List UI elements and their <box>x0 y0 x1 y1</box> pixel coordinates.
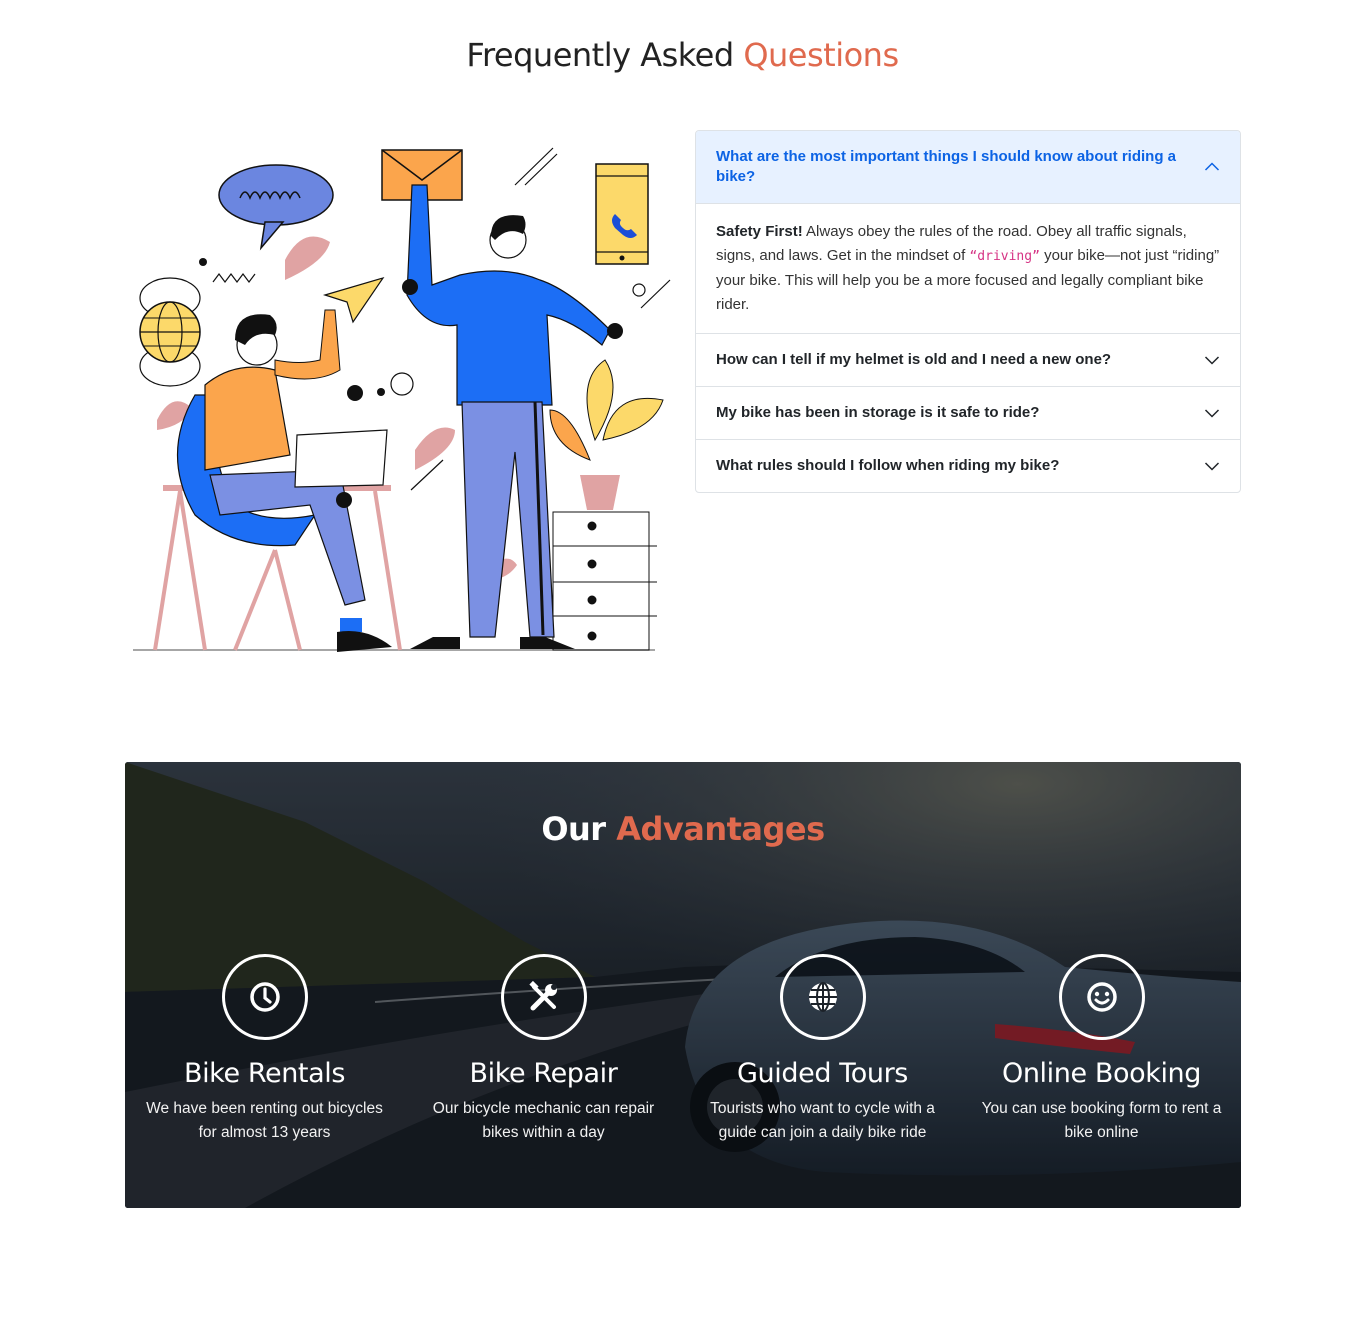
advantage-item: Bike Repair Our bicycle mechanic can repa… <box>404 954 683 1145</box>
standing-person <box>336 184 623 649</box>
advantage-description: We have been renting out bicycles for al… <box>146 1100 383 1141</box>
advantages-section: Our Advantages Bike Rentals We have been … <box>125 762 1241 1208</box>
advantages-title: Our Advantages <box>125 810 1241 848</box>
faq-answer: Safety First! Always obey the rules of t… <box>696 204 1240 333</box>
faq-title: Frequently Asked Questions <box>0 36 1365 74</box>
advantages-title-accent: Advantages <box>616 810 825 848</box>
chevron-down-icon <box>1204 352 1220 368</box>
advantage-name: Online Booking <box>1001 1058 1202 1089</box>
smile-icon <box>1058 954 1145 1040</box>
faq-question-text: What are the most important things I sho… <box>716 148 1177 185</box>
faq-item: How can I tell if my helmet is old and I… <box>696 333 1240 386</box>
chevron-down-icon <box>1204 405 1220 421</box>
faq-title-main: Frequently Asked <box>466 36 744 74</box>
laptop-icon <box>294 429 388 488</box>
faq-question-button[interactable]: My bike has been in storage is it safe t… <box>696 387 1240 439</box>
advantages-title-main: Our <box>541 810 617 848</box>
faq-illustration <box>133 147 671 652</box>
faq-item: My bike has been in storage is it safe t… <box>696 386 1240 439</box>
faq-title-accent: Questions <box>743 36 899 74</box>
faq-question-button[interactable]: What are the most important things I sho… <box>696 131 1240 204</box>
advantage-name: Bike Repair <box>469 1058 618 1089</box>
faq-answer-code: “driving” <box>969 249 1040 264</box>
advantage-description: You can use booking form to rent a bike … <box>981 1100 1222 1141</box>
faq-item: What are the most important things I sho… <box>696 131 1240 333</box>
faq-question-text: How can I tell if my helmet is old and I… <box>716 351 1112 368</box>
advantage-description: Our bicycle mechanic can repair bikes wi… <box>432 1100 655 1141</box>
globe-icon <box>779 954 866 1040</box>
faq-accordion: What are the most important things I sho… <box>695 130 1241 493</box>
drawer-cabinet <box>552 511 657 651</box>
faq-question-text: My bike has been in storage is it safe t… <box>716 404 1040 421</box>
chevron-down-icon <box>1204 458 1220 474</box>
faq-question-button[interactable]: What rules should I follow when riding m… <box>696 440 1240 492</box>
faq-question-text: What rules should I follow when riding m… <box>716 457 1060 474</box>
clock-icon <box>221 954 308 1040</box>
faq-item: What rules should I follow when riding m… <box>696 439 1240 492</box>
advantage-name: Bike Rentals <box>183 1058 346 1089</box>
tools-icon <box>500 954 587 1040</box>
advantage-name: Guided Tours <box>737 1058 908 1089</box>
chevron-up-icon <box>1204 159 1220 175</box>
advantage-item: Online Booking You can use booking form t… <box>962 954 1241 1145</box>
advantage-description: Tourists who want to cycle with a guide … <box>710 1100 935 1141</box>
phone-icon <box>595 163 649 265</box>
advantage-item: Bike Rentals We have been renting out bic… <box>125 954 404 1145</box>
faq-question-button[interactable]: How can I tell if my helmet is old and I… <box>696 334 1240 386</box>
globe-illustration-icon <box>139 277 201 387</box>
advantages-list: Bike Rentals We have been renting out bic… <box>125 954 1241 1145</box>
faq-answer-lead: Safety First! <box>716 223 803 240</box>
advantage-item: Guided Tours Tourists who want to cycle w… <box>683 954 962 1145</box>
speech-bubble-icon <box>218 164 334 251</box>
